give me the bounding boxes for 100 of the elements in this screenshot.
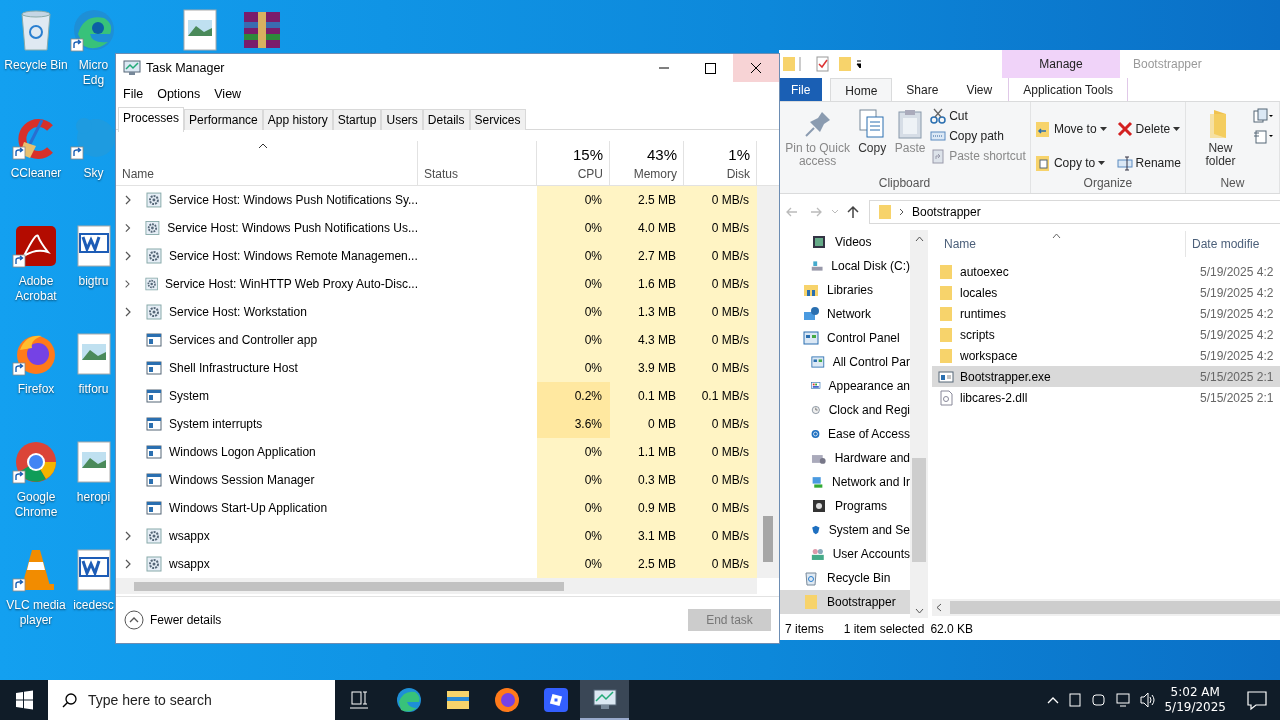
file-row[interactable]: Bootstrapper.exe 5/15/2025 2:1 (932, 366, 1280, 388)
process-name: System interrupts (169, 417, 263, 431)
file-row[interactable]: scripts 5/19/2025 4:2 (932, 324, 1280, 346)
scrollbar-thumb[interactable] (134, 582, 564, 591)
taskbar-button[interactable] (580, 680, 629, 720)
fewer-details-link[interactable]: Fewer details (124, 610, 222, 630)
ribbon-tab[interactable]: File (779, 78, 823, 101)
ribbon-tab[interactable]: Home (830, 78, 893, 101)
nav-item[interactable]: Recycle Bin (779, 566, 910, 591)
file-row[interactable]: runtimes 5/19/2025 4:2 (932, 303, 1280, 325)
folder-icon (938, 263, 954, 280)
menu-item[interactable]: Options (152, 87, 206, 101)
nav-item[interactable]: Appearance an (779, 374, 910, 399)
scroll-left-icon (936, 603, 942, 612)
table-cell: 0% (537, 354, 610, 382)
nav-item[interactable]: Videos (779, 230, 910, 255)
tab[interactable]: Details (422, 109, 470, 130)
nav-item[interactable]: Network and Ir (779, 470, 910, 495)
column-header[interactable]: Date modifie (1186, 237, 1260, 252)
table-cell: 3.9 MB (610, 354, 684, 382)
nav-item[interactable]: Local Disk (C:) (779, 254, 910, 279)
tab[interactable]: Services (469, 109, 526, 130)
nav-item[interactable]: Bootstrapper (779, 590, 910, 615)
table-cell: 1.3 MB (610, 298, 684, 326)
ribbon-button[interactable]: Copy to (1034, 149, 1107, 177)
scrollbar-thumb[interactable] (950, 601, 1280, 614)
horizontal-scrollbar[interactable] (932, 599, 1280, 616)
sort-caret-icon[interactable] (258, 143, 268, 149)
expand-chevron-icon[interactable] (124, 279, 131, 289)
process-name: Service Host: Windows Remote Managemen... (169, 249, 418, 263)
clock[interactable]: 5:02 AM 5/19/2025 (1156, 685, 1234, 715)
ribbon-button[interactable]: Rename (1116, 149, 1181, 177)
tab[interactable]: Users (381, 109, 423, 130)
ribbon-button[interactable] (1253, 127, 1275, 144)
scrollbar-thumb[interactable] (912, 458, 926, 563)
move-to-folder-icon (1034, 121, 1051, 138)
nav-item[interactable]: User Accounts (779, 542, 910, 567)
expand-chevron-icon[interactable] (124, 223, 132, 233)
nav-item[interactable]: Hardware and (779, 446, 910, 471)
table-cell: 0% (537, 522, 610, 550)
menu-item[interactable]: File (118, 87, 149, 101)
nav-item[interactable]: All Control Par (779, 350, 910, 375)
search-field[interactable]: Type here to search (48, 680, 335, 720)
vertical-scrollbar[interactable] (910, 230, 928, 618)
table-cell: 0 MB/s (684, 522, 757, 550)
file-row[interactable]: workspace 5/19/2025 4:2 (932, 345, 1280, 367)
menu-item[interactable]: View (209, 87, 247, 101)
file-row[interactable]: locales 5/19/2025 4:2 (932, 282, 1280, 304)
ribbon-tab[interactable]: Application Tools (1008, 78, 1129, 101)
sort-caret-icon (1052, 233, 1061, 240)
vertical-scrollbar[interactable] (757, 186, 779, 578)
address-bar[interactable]: Bootstrapper (869, 200, 1280, 225)
ribbon-button[interactable]: Copy path (930, 127, 1026, 144)
nav-item[interactable]: Programs (779, 494, 910, 519)
dropdown-caret-icon (1098, 160, 1106, 165)
expand-chevron-icon[interactable] (124, 559, 132, 569)
collapse-circle-icon (124, 610, 144, 630)
breadcrumb-chevron-icon (899, 208, 905, 217)
nav-item[interactable]: Libraries (779, 278, 910, 303)
expand-chevron-icon[interactable] (124, 531, 132, 541)
file-row[interactable]: libcares-2.dll 5/15/2025 2:1 (932, 387, 1280, 409)
scrollbar-thumb[interactable] (763, 516, 773, 562)
expand-chevron-icon[interactable] (124, 307, 132, 317)
column-header[interactable]: Memory (633, 167, 677, 181)
tab[interactable]: Processes (118, 107, 185, 132)
ribbon-button[interactable]: Delete (1116, 115, 1181, 144)
process-name: wsappx (169, 557, 210, 571)
quick-access-toolbar-drawing[interactable] (781, 54, 861, 74)
file-row[interactable]: autoexec 5/19/2025 4:2 (932, 261, 1280, 283)
rename-icon (1116, 154, 1133, 171)
ribbon-button[interactable]: Copy (854, 105, 891, 177)
table-cell: 2.7 MB (610, 242, 684, 270)
tab[interactable]: App history (262, 109, 333, 130)
nav-item[interactable]: Network (779, 302, 910, 327)
nav-item[interactable]: System and Se (779, 518, 910, 543)
expand-chevron-icon[interactable] (124, 251, 132, 261)
ribbon-tab[interactable]: View (952, 78, 1007, 101)
nav-item[interactable]: Ease of Access (779, 422, 910, 447)
table-cell: 0.3 MB (610, 466, 684, 494)
system-tray-icons-drawing[interactable] (1046, 690, 1157, 710)
tab[interactable]: Startup (332, 109, 382, 130)
ribbon-button[interactable] (1253, 107, 1275, 124)
column-header[interactable]: Status (424, 167, 530, 181)
nav-item[interactable]: Clock and Regi (779, 398, 910, 423)
column-header[interactable]: Name (122, 167, 154, 181)
column-header[interactable]: CPU (577, 167, 603, 181)
expand-chevron-icon[interactable] (124, 195, 132, 205)
nav-item[interactable]: Control Panel (779, 326, 910, 351)
ribbon-button[interactable]: New folder (1189, 105, 1251, 177)
window-icon (146, 360, 162, 376)
process-name: Service Host: Windows Push Notifications Us... (167, 221, 418, 235)
column-header[interactable]: Name (932, 231, 1186, 258)
horizontal-scrollbar[interactable] (116, 578, 757, 594)
column-header[interactable]: Disk (726, 167, 750, 181)
tab[interactable]: Performance (184, 109, 263, 130)
ribbon-button[interactable]: Cut (930, 107, 1026, 124)
ribbon-tab[interactable]: Share (892, 78, 953, 101)
window-icon (146, 332, 162, 348)
table-cell: 0% (537, 270, 610, 298)
ribbon-button[interactable]: Move to (1034, 115, 1107, 144)
